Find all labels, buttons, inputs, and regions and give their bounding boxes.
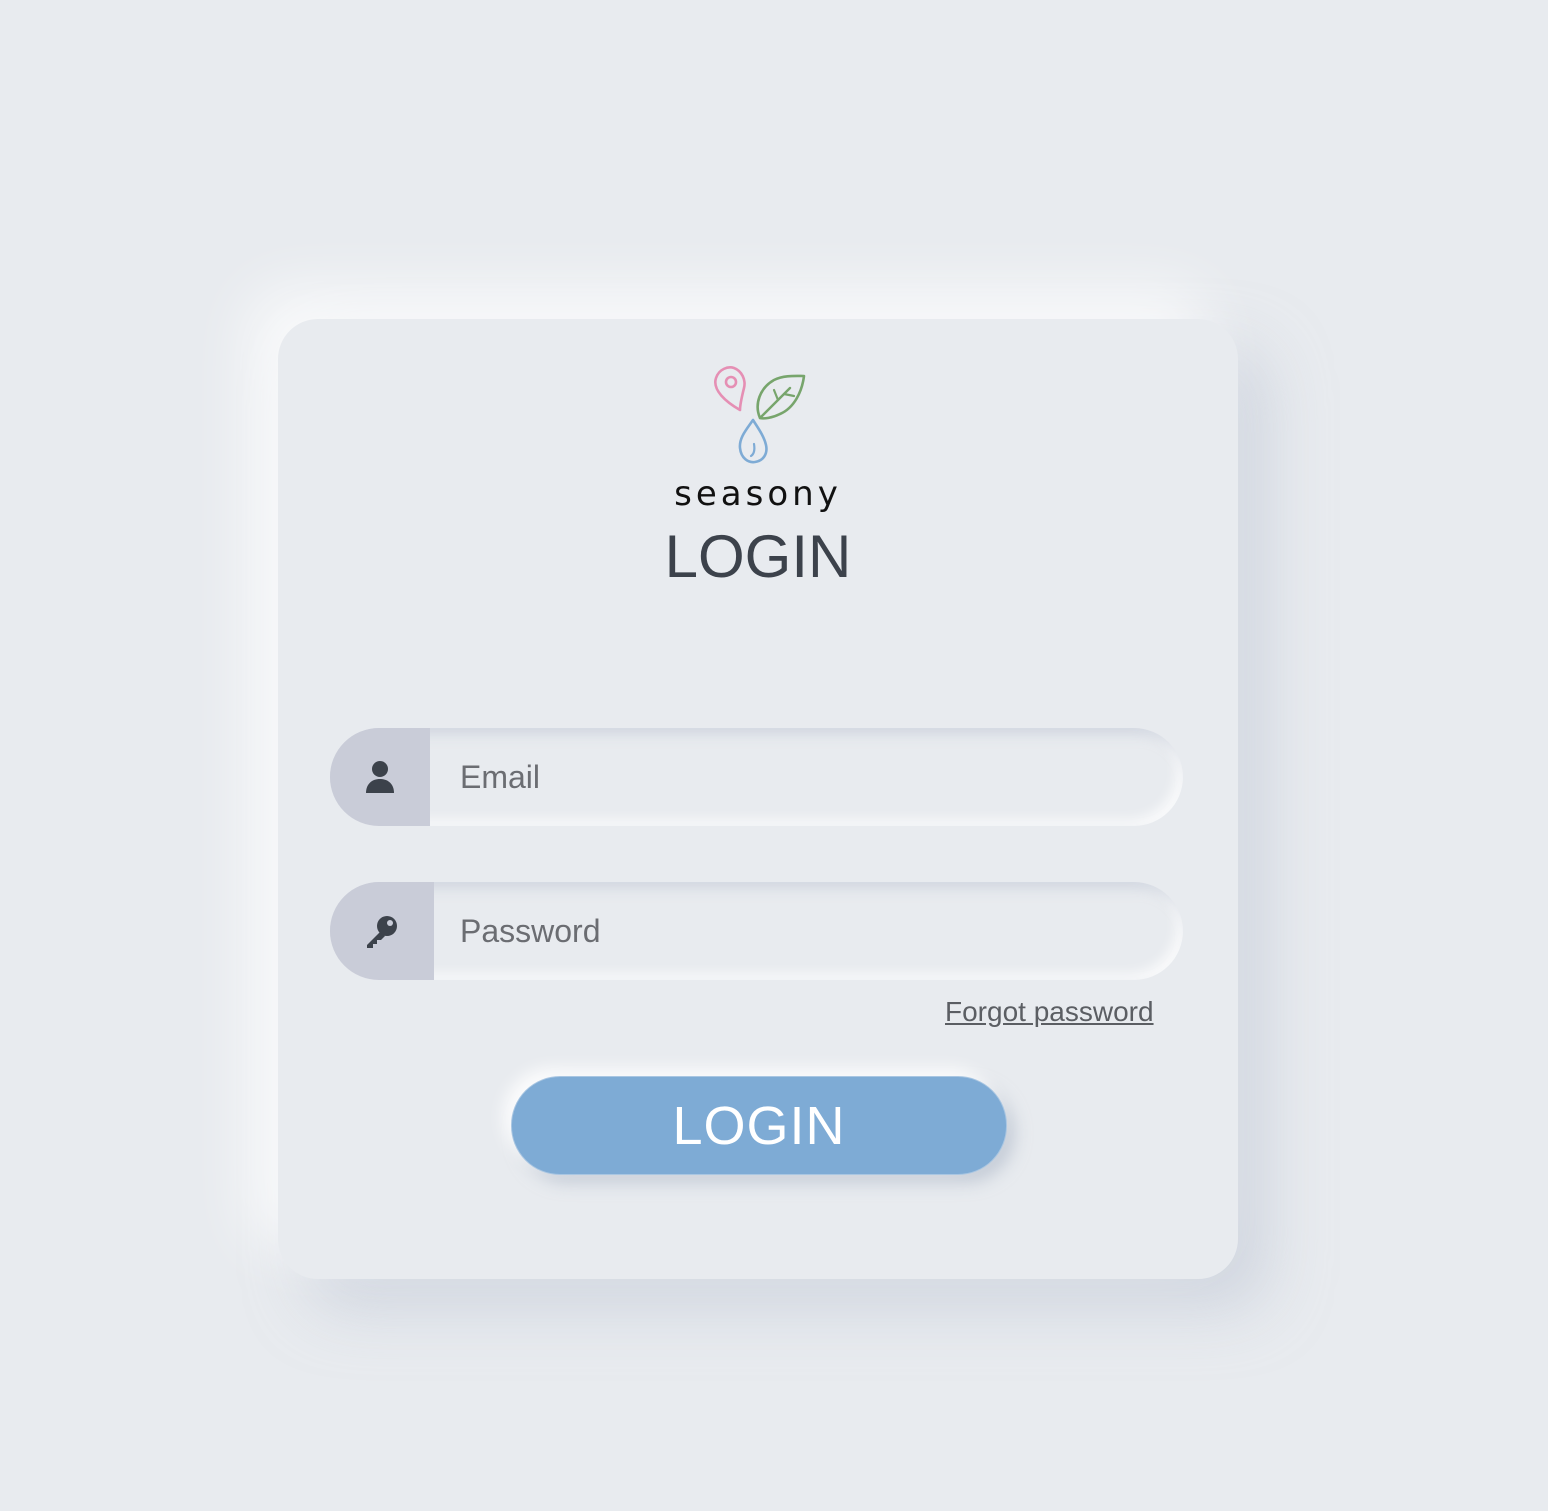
- email-input[interactable]: [460, 728, 1140, 826]
- user-icon: [366, 761, 394, 793]
- email-field-group: [330, 728, 1183, 826]
- key-icon: [367, 916, 397, 948]
- email-icon-box: [330, 728, 430, 826]
- brand-name: seasony: [674, 474, 842, 514]
- login-button[interactable]: LOGIN: [511, 1076, 1007, 1175]
- page-title: LOGIN: [664, 523, 852, 590]
- password-input[interactable]: [460, 882, 1140, 980]
- password-field-group: [330, 882, 1183, 980]
- password-icon-box: [330, 882, 434, 980]
- seasony-logo-icon: [714, 366, 806, 464]
- forgot-password-link[interactable]: Forgot password: [945, 996, 1154, 1028]
